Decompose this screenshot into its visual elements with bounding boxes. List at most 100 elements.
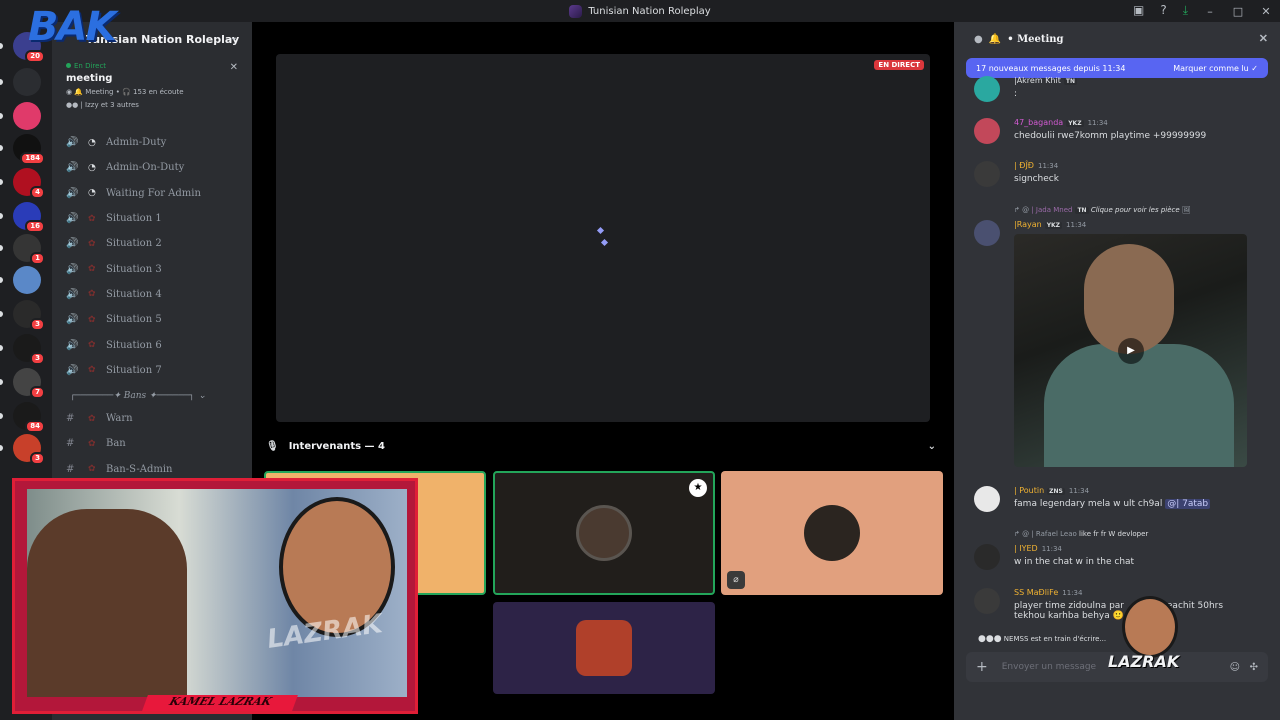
flower-icon: ✿	[88, 238, 96, 249]
message-body: :	[1014, 89, 1018, 99]
author-name[interactable]: | IYED	[1014, 544, 1038, 553]
help-icon[interactable]: ?	[1160, 3, 1166, 18]
watermark-text: LAZRAK	[265, 609, 385, 655]
server-icon[interactable]: 3	[13, 434, 45, 465]
reply-reference[interactable]: ↱ @ | Jada Mned TN Clique pour voir les p…	[1014, 206, 1191, 214]
unread-pill	[0, 379, 3, 385]
speaker-icon: 🔊	[66, 187, 79, 199]
emoji-icon[interactable]: ☺ ✣	[1230, 662, 1258, 673]
server-icon[interactable]: 16	[13, 202, 45, 233]
play-icon[interactable]: ▶	[1118, 338, 1144, 364]
speaker-tile[interactable]	[493, 602, 715, 694]
add-attachment-icon[interactable]: +	[976, 659, 988, 675]
server-icon[interactable]: 4	[13, 168, 45, 199]
timestamp: 11:34	[1066, 221, 1087, 229]
author-name[interactable]: | ĐĴĐ	[1014, 161, 1034, 170]
close-window-icon[interactable]: ✕	[1252, 5, 1280, 18]
unread-pill	[0, 79, 3, 85]
new-messages-bar[interactable]: 17 nouveaux messages depuis 11:34 Marque…	[966, 58, 1268, 78]
close-icon[interactable]: ✕	[230, 62, 238, 73]
voice-channel[interactable]: 🔊 ✿ Situation 1	[52, 206, 252, 231]
maximize-icon[interactable]: □	[1224, 5, 1252, 18]
inbox-icon[interactable]: ▣	[1133, 3, 1144, 18]
unread-pill	[0, 245, 3, 251]
chat-message[interactable]: | IYED 11:34 w in the chat w in the chat	[974, 544, 1274, 574]
server-icon[interactable]: 3	[13, 300, 45, 331]
reply-reference[interactable]: ↱ @ | Rafael Leao like fr fr W devloper	[1014, 530, 1148, 538]
speaker-icon: 🔊	[66, 364, 79, 376]
voice-channel[interactable]: 🔊 ◔ Admin-Duty	[52, 130, 252, 155]
voice-channel[interactable]: 🔊 ✿ Situation 5	[52, 307, 252, 332]
text-channel[interactable]: # ✿ Warn	[52, 406, 252, 431]
unread-pill	[0, 43, 3, 49]
speaker-tile[interactable]: ⌀	[721, 471, 943, 595]
user-avatar[interactable]	[974, 220, 1000, 246]
flower-icon: ✿	[88, 314, 96, 325]
chat-message[interactable]: | Poutin ZNS 11:34 fama legendary mela w ul…	[974, 486, 1274, 516]
speaker-tile[interactable]: ★	[493, 471, 715, 595]
chevron-down-icon[interactable]: ⌄	[230, 32, 238, 43]
mention[interactable]: @| 7atab	[1165, 499, 1211, 509]
category-bans[interactable]: ┌───────✦ Bans ✦──────┐ ⌄	[52, 386, 252, 406]
download-icon[interactable]: ⤓	[1183, 3, 1188, 18]
chat-message[interactable]: |Akrem Khit TN:	[974, 76, 1274, 104]
server-icon[interactable]: 3	[13, 334, 45, 365]
server-icon[interactable]: 7	[13, 368, 45, 399]
chat-message[interactable]: 47_baganda YKZ 11:34 chedoulii rwe7komm pla…	[974, 118, 1274, 148]
role-tag: TN	[1075, 207, 1089, 214]
unread-badge: 3	[30, 318, 45, 331]
user-avatar[interactable]	[974, 588, 1000, 614]
server-icon[interactable]	[13, 102, 41, 130]
server-icon[interactable]: 84	[13, 402, 45, 433]
chat-message[interactable]: | ĐĴĐ 11:34 signcheck	[974, 161, 1274, 191]
user-avatar[interactable]	[974, 486, 1000, 512]
author-name[interactable]: SS MaÐliFe	[1014, 588, 1058, 597]
unread-pill	[0, 345, 3, 351]
video-attachment[interactable]: ▶	[1014, 234, 1247, 467]
muted-mic-icon: ⌀	[727, 571, 745, 589]
server-icon[interactable]: 1	[13, 234, 45, 265]
live-stage-panel[interactable]: En Direct meeting ◉ 🔔 Meeting • 🎧 153 en…	[52, 56, 252, 130]
server-icon[interactable]	[13, 68, 41, 96]
channel-name: Warn	[106, 413, 133, 425]
reply-author: | Rafael Leao	[1031, 530, 1077, 538]
unread-pill	[0, 311, 3, 317]
speaker-icon: 🔊	[66, 162, 79, 174]
voice-channel[interactable]: 🔊 ◔ Admin-On-Duty	[52, 155, 252, 180]
user-avatar[interactable]	[974, 76, 1000, 102]
mark-read-label: Marquer comme lu	[1173, 63, 1249, 73]
role-tag: ZNS	[1047, 488, 1065, 495]
unread-pill	[0, 445, 3, 451]
user-avatar[interactable]	[974, 161, 1000, 187]
typing-text: NEMSS est en train d'écrire...	[1003, 635, 1107, 643]
streamer-logo-overlay: LAZRAK	[1108, 596, 1192, 694]
user-avatar[interactable]	[974, 118, 1000, 144]
unread-pill	[0, 213, 3, 219]
author-name[interactable]: | Poutin	[1014, 486, 1044, 495]
voice-channel[interactable]: 🔊 ◔ Waiting For Admin	[52, 181, 252, 206]
voice-channel[interactable]: 🔊 ✿ Situation 2	[52, 231, 252, 256]
voice-channel[interactable]: 🔊 ✿ Situation 7	[52, 358, 252, 383]
chat-message[interactable]: ↱ @ | Jada Mned TN Clique pour voir les p…	[974, 206, 1274, 468]
user-avatar[interactable]	[974, 544, 1000, 570]
voice-channel[interactable]: 🔊 ✿ Situation 6	[52, 332, 252, 357]
mark-read-button[interactable]: Marquer comme lu ✓	[1173, 64, 1258, 73]
text-channel[interactable]: # ✿ Ban	[52, 431, 252, 456]
timestamp: 11:34	[1038, 162, 1059, 170]
role-tag: TN	[1063, 78, 1077, 85]
server-icon[interactable]	[13, 266, 41, 294]
minimize-icon[interactable]: –	[1196, 5, 1224, 18]
close-icon[interactable]: ✕	[1259, 32, 1268, 45]
voice-channel[interactable]: 🔊 ✿ Situation 4	[52, 282, 252, 307]
chat-header: ● 🔔 • Meeting ✕	[954, 22, 1280, 56]
unread-badge: 20	[25, 50, 45, 63]
message-header: | Poutin ZNS 11:34	[1014, 486, 1089, 495]
author-name[interactable]: |Akrem Khit	[1014, 76, 1061, 85]
speakers-header[interactable]: 🎙 Intervenants — 4 ⌄	[266, 438, 942, 454]
author-name[interactable]: 47_baganda	[1014, 118, 1063, 127]
message-line2: tekhou karhba behya	[1014, 611, 1110, 621]
server-icon[interactable]: 184	[13, 134, 45, 165]
author-name[interactable]: |Rayan	[1014, 220, 1042, 229]
voice-channel[interactable]: 🔊 ✿ Situation 3	[52, 256, 252, 281]
chevron-down-icon[interactable]: ⌄	[928, 441, 936, 452]
